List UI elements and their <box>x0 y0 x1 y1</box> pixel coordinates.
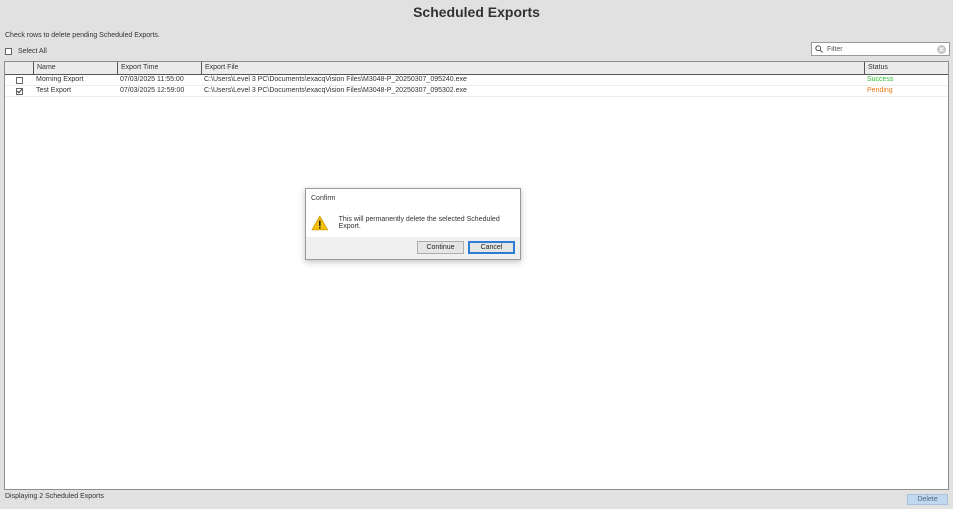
select-all-label: Select All <box>18 47 47 55</box>
cell-status: Success <box>867 76 894 83</box>
close-icon <box>939 46 944 52</box>
delete-button[interactable]: Delete <box>907 494 948 505</box>
row-checkbox[interactable] <box>15 87 23 95</box>
table-header: Name Export Time Export File Status <box>5 62 948 75</box>
cancel-button[interactable]: Cancel <box>468 241 515 254</box>
column-header-select[interactable] <box>5 62 33 74</box>
cell-name: Morning Export <box>36 76 84 83</box>
select-all-checkbox[interactable]: Select All <box>5 46 47 56</box>
cell-status: Pending <box>867 87 893 94</box>
scheduled-exports-table: Name Export Time Export File Status Morn… <box>4 61 949 490</box>
instructions-text: Check rows to delete pending Scheduled E… <box>5 32 160 39</box>
row-checkbox-cell[interactable] <box>5 75 33 85</box>
row-checkbox-cell[interactable] <box>5 86 33 96</box>
clear-filter-button[interactable] <box>937 44 946 54</box>
table-row[interactable]: Morning Export 07/03/2025 11:55:00 C:\Us… <box>5 75 948 86</box>
column-header-export-file[interactable]: Export File <box>201 62 864 74</box>
warning-icon <box>311 215 329 231</box>
scheduled-exports-window: Scheduled Exports Check rows to delete p… <box>0 0 953 509</box>
column-header-name[interactable]: Name <box>33 62 117 74</box>
column-header-status[interactable]: Status <box>864 62 948 74</box>
cell-name: Test Export <box>36 87 72 94</box>
filter-field[interactable] <box>811 42 950 56</box>
select-all-checkbox-box[interactable] <box>5 47 12 55</box>
row-checkbox[interactable] <box>15 76 23 84</box>
search-icon <box>815 45 823 53</box>
dialog-message: This will permanently delete the selecte… <box>338 216 500 230</box>
column-header-export-time[interactable]: Export Time <box>117 62 201 74</box>
cell-export-time: 07/03/2025 12:59:00 <box>120 87 185 94</box>
page-title: Scheduled Exports <box>413 4 540 20</box>
cell-export-file: C:\Users\Level 3 PC\Documents\exacqVisio… <box>204 76 467 83</box>
cell-export-time: 07/03/2025 11:55:00 <box>120 76 184 83</box>
continue-button[interactable]: Continue <box>417 241 464 254</box>
dialog-body: This will permanently delete the selecte… <box>306 207 520 239</box>
status-bar-text: Displaying 2 Scheduled Exports <box>5 493 104 500</box>
filter-input[interactable] <box>827 43 937 55</box>
dialog-title: Confirm <box>311 195 336 202</box>
table-row[interactable]: Test Export 07/03/2025 12:59:00 C:\Users… <box>5 86 948 97</box>
dialog-footer: Continue Cancel <box>306 237 520 259</box>
cell-export-file: C:\Users\Level 3 PC\Documents\exacqVisio… <box>204 87 467 94</box>
confirm-dialog: Confirm This will permanently delete the… <box>305 188 521 260</box>
